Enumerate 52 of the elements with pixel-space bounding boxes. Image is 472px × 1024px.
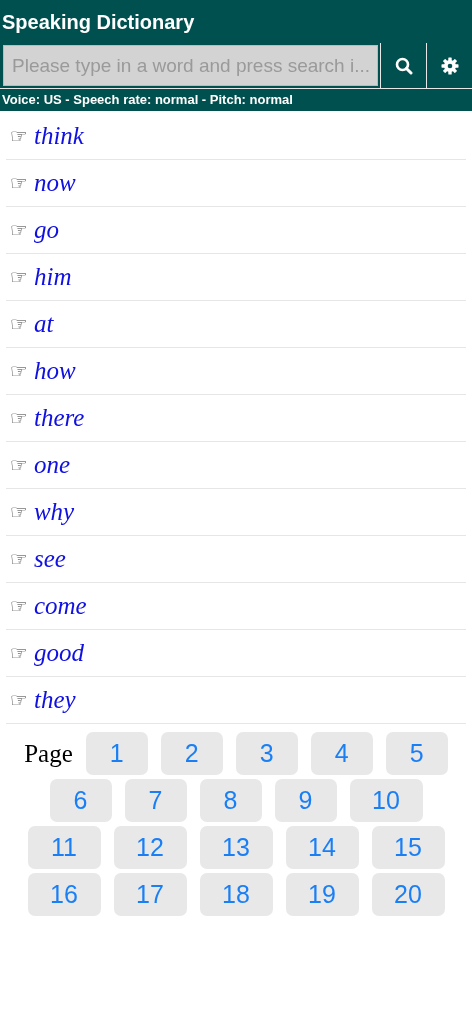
word-link[interactable]: go: [33, 216, 59, 244]
page-button[interactable]: 8: [199, 779, 262, 822]
page-button[interactable]: 2: [160, 732, 223, 775]
word-link[interactable]: at: [33, 310, 54, 338]
pointing-hand-icon: ☞: [10, 124, 28, 148]
page-button[interactable]: 14: [285, 826, 359, 869]
pointing-hand-icon: ☞: [10, 218, 28, 242]
page-button[interactable]: 19: [285, 873, 359, 916]
word-link[interactable]: there: [33, 404, 85, 432]
page-button[interactable]: 16: [27, 873, 101, 916]
word-link[interactable]: good: [33, 639, 84, 667]
settings-icon: [440, 56, 459, 75]
pointing-hand-icon: ☞: [10, 500, 28, 524]
word-link[interactable]: come: [33, 592, 87, 620]
page-label: Page: [24, 739, 73, 768]
page-button[interactable]: 11: [27, 826, 101, 869]
pointing-hand-icon: ☞: [10, 453, 28, 477]
word-link[interactable]: one: [33, 451, 71, 479]
word-link[interactable]: now: [33, 169, 76, 197]
pointing-hand-icon: ☞: [10, 688, 28, 712]
page-button[interactable]: 12: [113, 826, 187, 869]
page-button[interactable]: 17: [113, 873, 187, 916]
pointing-hand-icon: ☞: [10, 265, 28, 289]
pointing-hand-icon: ☞: [10, 171, 28, 195]
word-link[interactable]: see: [33, 545, 66, 573]
page-button[interactable]: 18: [199, 873, 273, 916]
page-button[interactable]: 6: [49, 779, 112, 822]
page-button[interactable]: 5: [385, 732, 448, 775]
page-button[interactable]: 9: [274, 779, 337, 822]
voice-settings-text: Voice: US - Speech rate: normal - Pitch: normal: [0, 88, 472, 109]
search-icon: [394, 56, 413, 75]
pointing-hand-icon: ☞: [10, 594, 28, 618]
app-title: Speaking Dictionary: [1, 10, 196, 35]
pointing-hand-icon: ☞: [10, 406, 28, 430]
page-button[interactable]: 15: [371, 826, 445, 869]
page-button[interactable]: 7: [124, 779, 187, 822]
word-link[interactable]: think: [33, 122, 84, 150]
page-button[interactable]: 20: [371, 873, 445, 916]
page-button[interactable]: 3: [235, 732, 298, 775]
pointing-hand-icon: ☞: [10, 312, 28, 336]
page-button[interactable]: 1: [85, 732, 148, 775]
word-link[interactable]: how: [33, 357, 76, 385]
page-button[interactable]: 4: [310, 732, 373, 775]
word-link[interactable]: why: [33, 498, 75, 526]
word-link[interactable]: him: [33, 263, 72, 291]
page-button[interactable]: 13: [199, 826, 273, 869]
word-link[interactable]: they: [33, 686, 76, 714]
search-field[interactable]: Please type in a word and press search i...: [3, 45, 378, 86]
pointing-hand-icon: ☞: [10, 359, 28, 383]
page-button[interactable]: 10: [349, 779, 423, 822]
pointing-hand-icon: ☞: [10, 547, 28, 571]
pointing-hand-icon: ☞: [10, 641, 28, 665]
